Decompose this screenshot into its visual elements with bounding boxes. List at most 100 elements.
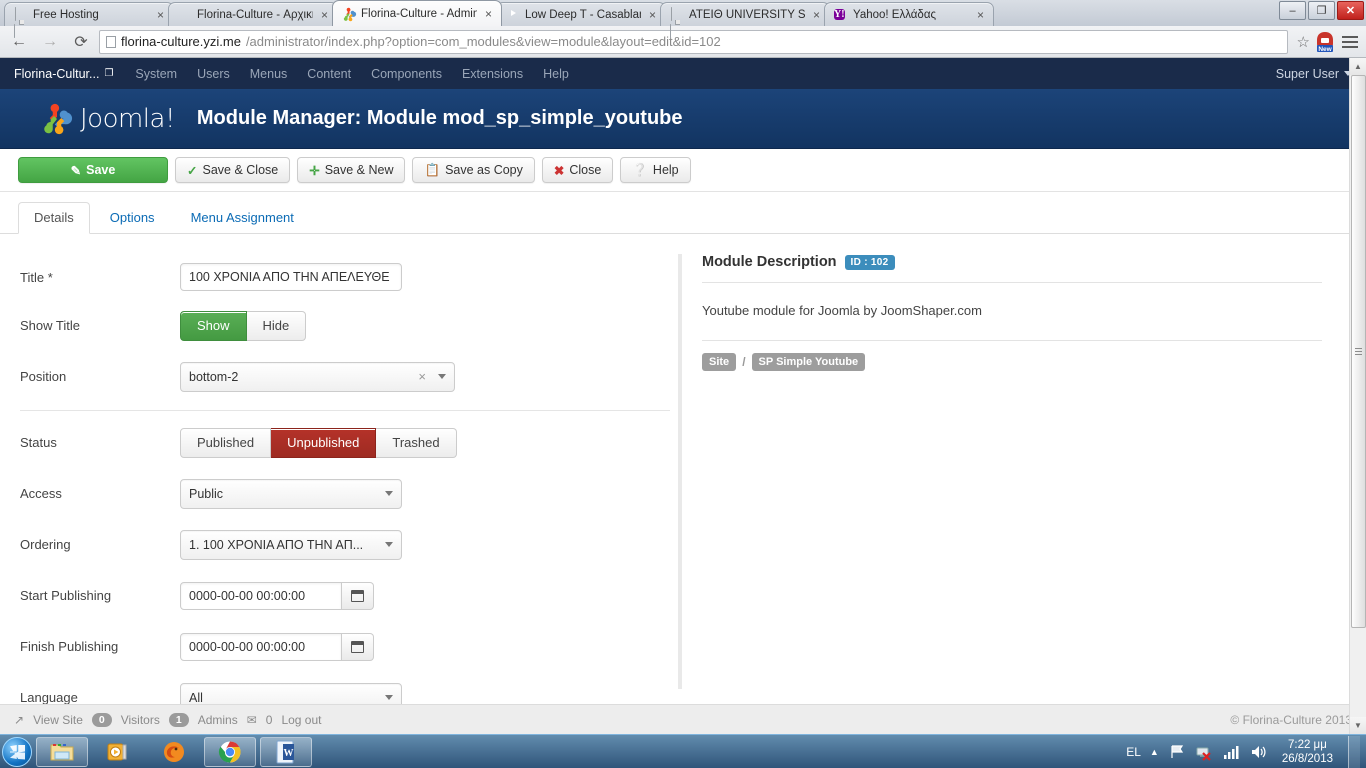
scroll-up-arrow-icon[interactable]: ▲ — [1350, 58, 1366, 75]
close-circle-icon: ✖ — [553, 163, 565, 178]
status-option-published[interactable]: Published — [180, 427, 272, 458]
start-publishing-field: 0000-00-00 00:00:00 — [180, 581, 670, 610]
taskbar-clock[interactable]: 7:22 μμ 26/8/2013 — [1276, 738, 1339, 766]
details-form: Title * 100 ΧΡΟΝΙΑ ΑΠΟ ΤΗΝ ΑΠΕΛΕΥΘΕ Show… — [0, 254, 670, 734]
joomla-admin-page: Florina-Cultur... ❐ System Users Menus C… — [0, 58, 1366, 734]
tab-close-icon[interactable]: × — [646, 9, 659, 21]
signal-bars-icon[interactable] — [1222, 743, 1240, 761]
taskbar-firefox-icon[interactable] — [148, 737, 200, 767]
taskbar-chrome-icon[interactable] — [204, 736, 256, 767]
tab-title: Yahoo! Ελλάδας — [853, 8, 937, 21]
menu-item-components[interactable]: Components — [371, 67, 442, 81]
show-desktop-button[interactable] — [1348, 735, 1360, 768]
opera-favicon — [178, 8, 192, 22]
access-select[interactable]: Public — [180, 478, 402, 509]
copy-icon: 📋 — [424, 162, 441, 177]
user-menu[interactable]: Super User — [1276, 67, 1352, 81]
menu-item-users[interactable]: Users — [197, 67, 230, 81]
tab-close-icon[interactable]: × — [154, 9, 167, 21]
menu-item-content[interactable]: Content — [307, 67, 351, 81]
scrollbar-grip-icon — [1355, 346, 1362, 357]
show-hidden-icons-arrow[interactable]: ▲ — [1150, 747, 1159, 757]
maximize-button[interactable]: ❐ — [1308, 1, 1335, 20]
browser-tab-0[interactable]: Free Hosting × — [4, 2, 174, 38]
browser-tab-4[interactable]: ΑΤΕΙΘ UNIVERSITY STUDE × — [660, 2, 830, 38]
tab-close-icon[interactable]: × — [974, 9, 987, 21]
reload-icon[interactable]: ⟳ — [68, 29, 94, 55]
menu-item-help[interactable]: Help — [543, 67, 569, 81]
chevron-down-icon — [385, 491, 393, 496]
finish-publishing-input[interactable]: 0000-00-00 00:00:00 — [180, 632, 342, 661]
bookmark-star-icon[interactable]: ☆ — [1297, 33, 1310, 51]
forward-icon[interactable]: → — [37, 29, 63, 55]
start-publishing-calendar-button[interactable] — [342, 581, 374, 610]
save-as-copy-label: Save as Copy — [445, 163, 523, 177]
page-scrollbar[interactable]: ▲ ▼ — [1349, 58, 1366, 734]
finish-publishing-calendar-button[interactable] — [342, 632, 374, 661]
taskbar-word-icon[interactable]: W — [260, 736, 312, 767]
show-title-toggle: Show Hide — [180, 310, 670, 341]
position-select[interactable]: bottom-2 × — [180, 361, 455, 392]
close-button-label: Close — [569, 163, 602, 177]
show-title-option-hide[interactable]: Hide — [246, 310, 307, 341]
ordering-select[interactable]: 1. 100 ΧΡΟΝΙΑ ΑΠΟ ΤΗΝ ΑΠ... — [180, 529, 402, 560]
close-window-button[interactable]: ✕ — [1337, 1, 1364, 20]
help-button[interactable]: ❔ Help — [620, 157, 691, 183]
save-button[interactable]: ✎ Save — [18, 157, 168, 183]
title-input[interactable]: 100 ΧΡΟΝΙΑ ΑΠΟ ΤΗΝ ΑΠΕΛΕΥΘΕ — [180, 263, 402, 291]
status-option-trashed[interactable]: Trashed — [376, 427, 457, 458]
back-icon[interactable]: ← — [6, 29, 32, 55]
tab-close-icon[interactable]: × — [318, 9, 331, 21]
menu-item-menus[interactable]: Menus — [250, 67, 288, 81]
show-title-option-show[interactable]: Show — [180, 310, 247, 341]
network-error-icon[interactable] — [1195, 743, 1213, 761]
menu-item-system[interactable]: System — [135, 67, 177, 81]
chrome-menu-icon[interactable] — [1340, 35, 1360, 48]
scrollbar-thumb[interactable] — [1351, 75, 1366, 628]
status-option-unpublished[interactable]: Unpublished — [271, 427, 377, 458]
site-name-link[interactable]: Florina-Cultur... ❐ — [14, 67, 113, 81]
view-site-link[interactable]: View Site — [33, 713, 83, 727]
close-button[interactable]: ✖ Close — [541, 157, 614, 183]
taskbar-media-player-icon[interactable] — [92, 737, 144, 767]
menu-item-extensions[interactable]: Extensions — [462, 67, 523, 81]
minimize-button[interactable]: – — [1279, 1, 1306, 20]
address-bar[interactable]: florina-culture.yzi.me /administrator/in… — [99, 29, 1288, 54]
save-and-new-button[interactable]: ✛ Save & New — [297, 157, 406, 183]
field-row-status: Status Published Unpublished Trashed — [20, 417, 670, 468]
tab-options[interactable]: Options — [94, 202, 171, 234]
logout-link[interactable]: Log out — [281, 713, 321, 727]
action-center-flag-icon[interactable] — [1168, 743, 1186, 761]
tab-close-icon[interactable]: × — [482, 8, 495, 20]
browser-tab-2-active[interactable]: Florina-Culture - Administ × — [332, 0, 502, 26]
windows-start-orb[interactable] — [2, 736, 32, 767]
tab-title: Florina-Culture - Αρχικη — [197, 8, 313, 21]
page-info-icon[interactable] — [106, 35, 116, 48]
browser-tab-1[interactable]: Florina-Culture - Αρχικη × — [168, 2, 338, 26]
taskbar-explorer-icon[interactable] — [36, 736, 88, 767]
status-toggle: Published Unpublished Trashed — [180, 427, 670, 458]
messages-count[interactable]: 0 — [266, 713, 273, 727]
scroll-down-arrow-icon[interactable]: ▼ — [1350, 717, 1366, 734]
joomla-favicon — [342, 7, 357, 21]
save-as-copy-button[interactable]: 📋 Save as Copy — [412, 157, 535, 183]
clear-icon[interactable]: × — [418, 369, 426, 384]
volume-speaker-icon[interactable] — [1249, 743, 1267, 761]
browser-tab-5[interactable]: Y! Yahoo! Ελλάδας × — [824, 2, 994, 26]
save-and-close-button[interactable]: ✓ Save & Close — [175, 157, 291, 183]
edit-tabs: Details Options Menu Assignment — [0, 192, 1366, 234]
tab-menu-assignment[interactable]: Menu Assignment — [175, 202, 310, 234]
external-link-icon: ❐ — [104, 68, 114, 79]
view-site-icon: ↗ — [14, 712, 25, 727]
language-indicator[interactable]: EL — [1126, 745, 1141, 759]
adblock-extension-icon[interactable]: New — [1315, 31, 1335, 53]
save-button-label: Save — [86, 163, 116, 177]
start-publishing-input[interactable]: 0000-00-00 00:00:00 — [180, 581, 342, 610]
module-description-title: Module Description — [702, 254, 837, 270]
tab-details[interactable]: Details — [18, 202, 90, 234]
tab-title: Florina-Culture - Administ — [361, 7, 477, 20]
document-favicon — [14, 6, 28, 38]
browser-tab-3[interactable]: Low Deep T - Casablanca × — [496, 2, 666, 26]
tab-close-icon[interactable]: × — [810, 9, 823, 21]
check-icon: ✓ — [187, 163, 198, 178]
